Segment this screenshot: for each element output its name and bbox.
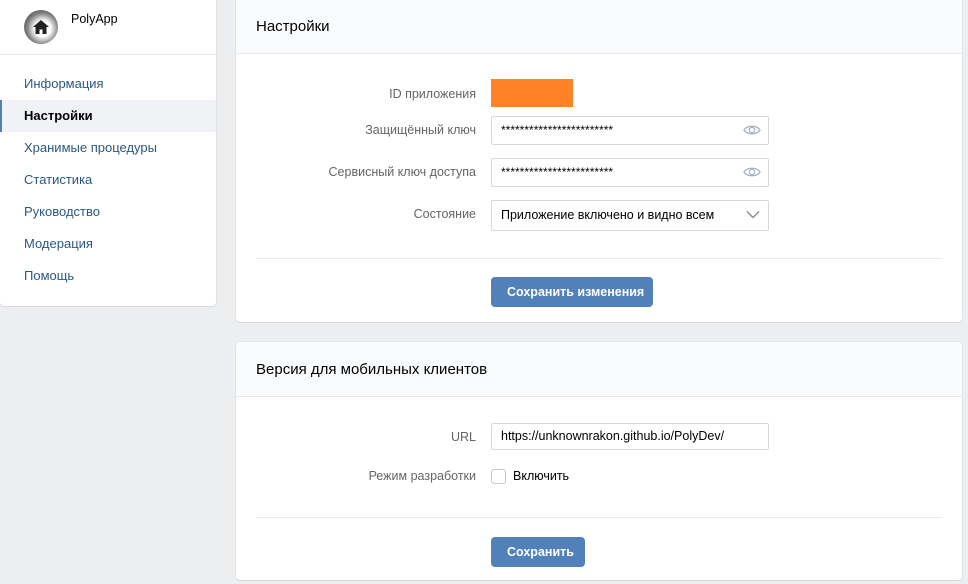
mobile-title: Версия для мобильных клиентов <box>236 342 962 397</box>
settings-title: Настройки <box>236 0 962 54</box>
url-label: URL <box>450 430 476 444</box>
url-input[interactable]: https://unknownrakon.github.io/PolyDev/ <box>491 423 769 450</box>
service-key-value: ************************ <box>501 165 614 179</box>
app-id-label: ID приложения <box>389 87 476 101</box>
left-sidebar: PolyApp Информация Настройки Хранимые пр… <box>0 0 216 306</box>
chevron-down-icon <box>746 211 760 219</box>
sidebar-item-settings[interactable]: Настройки <box>0 100 216 132</box>
dev-mode-checkbox-label[interactable]: Включить <box>513 469 569 483</box>
app-id-redacted-value <box>491 79 573 107</box>
secret-key-field[interactable]: ************************ <box>491 116 769 145</box>
service-key-field[interactable]: ************************ <box>491 158 769 187</box>
service-key-label: Сервисный ключ доступа <box>328 165 476 179</box>
app-avatar[interactable] <box>24 10 58 44</box>
dev-mode-label: Режим разработки <box>368 469 476 483</box>
app-header: PolyApp <box>0 0 216 55</box>
sidebar-item-moderation[interactable]: Модерация <box>0 228 216 260</box>
home-icon <box>33 20 49 34</box>
secret-key-value: ************************ <box>501 123 614 137</box>
state-select[interactable]: Приложение включено и видно всем <box>491 200 769 231</box>
mobile-card: Версия для мобильных клиентов URL https:… <box>236 342 962 580</box>
sidebar-item-stored-procedures[interactable]: Хранимые процедуры <box>0 132 216 164</box>
settings-divider <box>256 258 942 259</box>
state-select-value: Приложение включено и видно всем <box>501 208 715 222</box>
sidebar-item-statistics[interactable]: Статистика <box>0 164 216 196</box>
dev-mode-checkbox[interactable] <box>491 469 506 484</box>
save-button[interactable]: Сохранить <box>491 537 585 567</box>
eye-icon[interactable] <box>743 166 761 178</box>
settings-card: Настройки ID приложения Защищённый ключ … <box>236 0 962 322</box>
mobile-divider <box>256 517 942 518</box>
save-changes-button[interactable]: Сохранить изменения <box>491 277 653 307</box>
sidebar-item-help[interactable]: Помощь <box>0 260 216 292</box>
secret-key-label: Защищённый ключ <box>365 123 476 137</box>
sidebar-item-info[interactable]: Информация <box>0 68 216 100</box>
app-name[interactable]: PolyApp <box>71 12 118 26</box>
sidebar-nav: Информация Настройки Хранимые процедуры … <box>0 55 216 292</box>
sidebar-item-guide[interactable]: Руководство <box>0 196 216 228</box>
eye-icon[interactable] <box>743 124 761 136</box>
state-label: Состояние <box>413 207 476 221</box>
